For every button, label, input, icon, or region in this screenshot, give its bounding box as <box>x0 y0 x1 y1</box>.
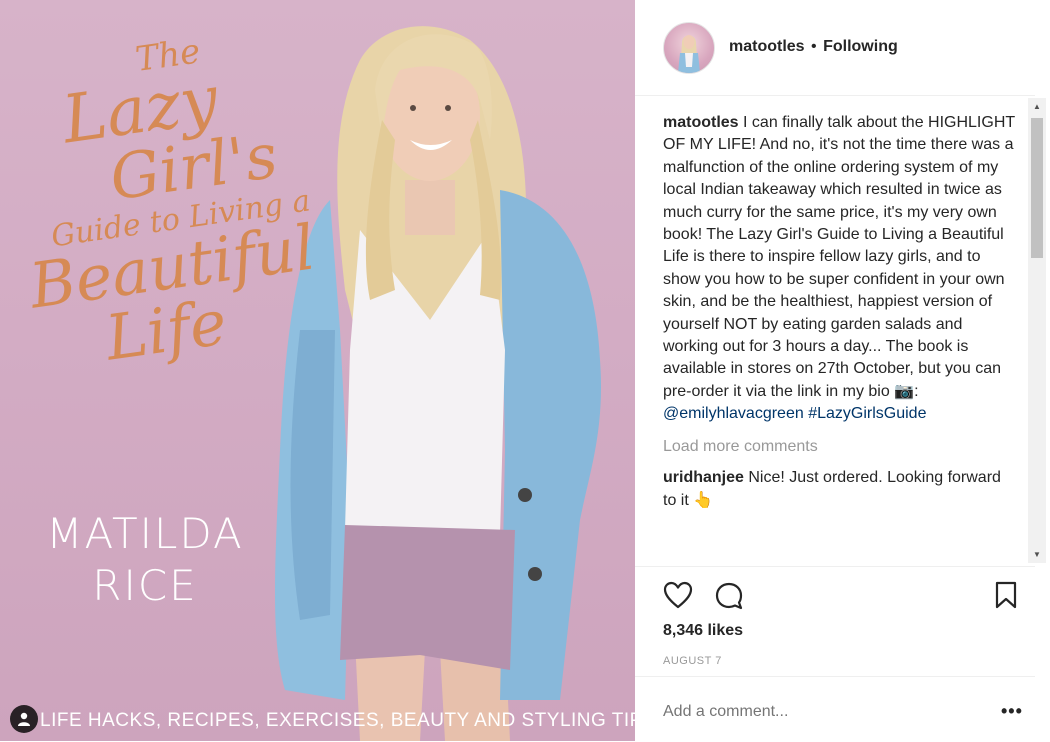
post-header: matootles • Following <box>635 0 1035 96</box>
post-sidebar: matootles • Following matootles I can fi… <box>635 0 1050 741</box>
header-username[interactable]: matootles <box>729 38 805 55</box>
tagged-user-icon[interactable] <box>10 705 38 733</box>
add-comment-bar: ••• <box>635 676 1035 742</box>
load-more-comments-button[interactable]: Load more comments <box>663 436 1018 458</box>
more-options-button[interactable]: ••• <box>1001 701 1023 722</box>
likes-count[interactable]: 8,346 likes <box>663 622 743 640</box>
post-image[interactable]: The Lazy Girl's Guide to Living a Beauti… <box>0 0 635 741</box>
list-item: uridhanjee Nice! Just ordered. Looking f… <box>663 467 1018 512</box>
hashtag-link[interactable]: #LazyGirlsGuide <box>808 405 926 422</box>
avatar[interactable] <box>663 22 715 74</box>
caption-text: I can finally talk about the HIGHLIGHT O… <box>663 114 1015 400</box>
scroll-up-arrow[interactable]: ▲ <box>1028 98 1046 115</box>
comment-icon[interactable] <box>714 581 744 611</box>
cover-tagline: LIFE HACKS, RECIPES, EXERCISES, BEAUTY A… <box>40 710 635 731</box>
comments-scrollbar[interactable]: ▲ ▼ <box>1028 98 1046 563</box>
post-caption: matootles I can finally talk about the H… <box>663 112 1018 426</box>
header-separator: • <box>811 38 817 55</box>
comments-list: matootles I can finally talk about the H… <box>663 112 1018 562</box>
heart-icon[interactable] <box>663 581 693 609</box>
add-comment-input[interactable] <box>663 703 963 721</box>
cover-author-line: RICE <box>92 561 198 610</box>
cover-author-line: MATILDA <box>46 509 244 558</box>
cover-book-title: The Lazy Girl's Guide to Living a Beauti… <box>0 21 339 380</box>
mention-link[interactable]: @emilyhlavacgreen <box>663 405 804 422</box>
following-button[interactable]: Following <box>823 38 898 55</box>
camera-emoji-icon: 📷: <box>894 382 919 400</box>
bookmark-icon[interactable] <box>994 581 1018 609</box>
pointing-up-emoji-icon: 👆 <box>693 491 714 509</box>
comment-username[interactable]: uridhanjee <box>663 469 744 486</box>
scroll-thumb[interactable] <box>1031 118 1043 258</box>
caption-username[interactable]: matootles <box>663 114 739 131</box>
cover-author-name: MATILDA RICE <box>40 508 250 612</box>
post-actions: 8,346 likes AUGUST 7 <box>635 566 1035 677</box>
header-text: matootles • Following <box>729 38 898 56</box>
scroll-down-arrow[interactable]: ▼ <box>1028 546 1046 563</box>
post-date[interactable]: AUGUST 7 <box>663 655 722 667</box>
